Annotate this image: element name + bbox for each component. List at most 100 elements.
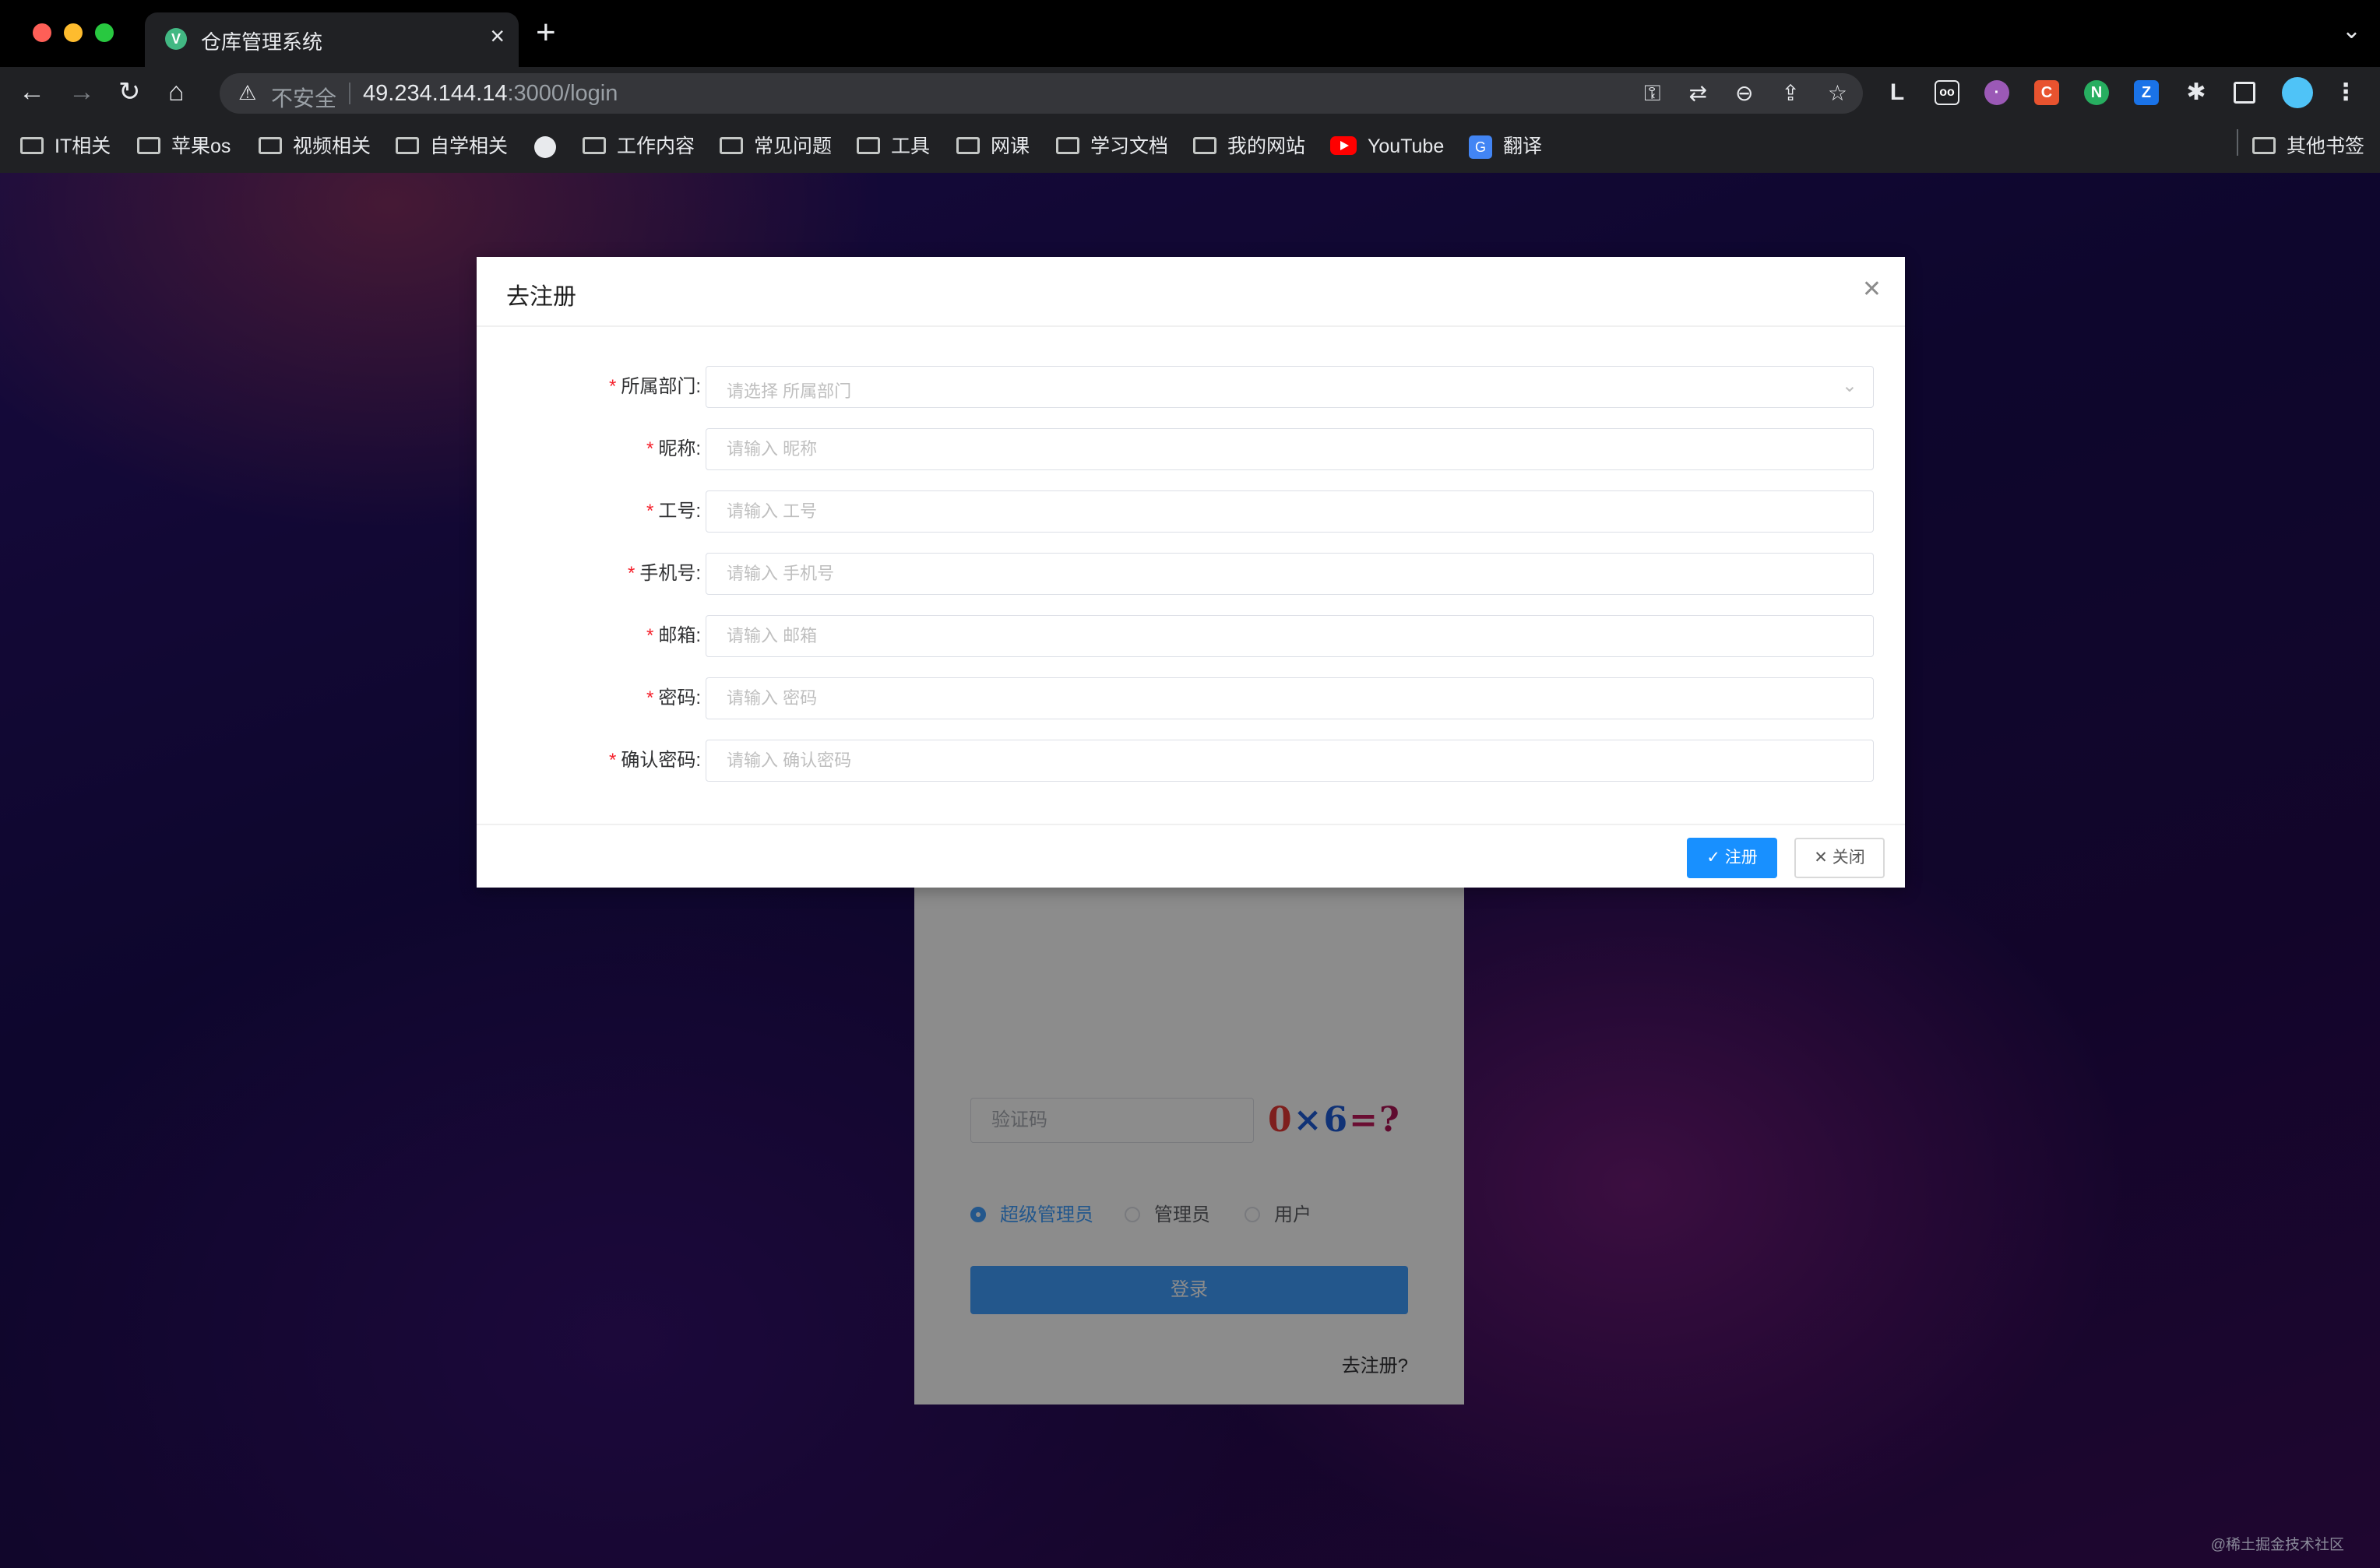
employee-id-input[interactable] [706,490,1874,533]
required-mark: * [646,625,654,646]
extension-purple-icon[interactable]: · [1984,80,2009,105]
extension-l-icon[interactable]: L [1885,80,1910,105]
folder-icon [956,137,980,155]
bookmark-label: 视频相关 [293,135,371,157]
tab-active[interactable]: V 仓库管理系统 × [145,12,519,67]
close-icon[interactable]: ✕ [1862,276,1882,303]
side-panel-icon[interactable] [2234,82,2255,104]
maximize-window-button[interactable] [95,23,114,42]
close-window-button[interactable] [33,23,51,42]
register-modal: 去注册 ✕ *所属部门: 请选择 所属部门 ⌄ *昵称: *工号: *手机号: … [477,257,1905,888]
extension-glasses-icon[interactable]: oo [1935,80,1959,105]
form-row-nickname: * 昵称: [477,428,1905,470]
label-text: 昵称: [658,438,701,459]
folder-icon [396,137,419,155]
security-label[interactable]: 不安全 [271,82,336,113]
folder-icon [1193,137,1216,155]
address-divider [349,83,350,104]
bookmark-star-icon[interactable]: ☆ [1828,81,1847,105]
zoom-icon[interactable]: ⊖ [1735,81,1753,105]
department-placeholder: 请选择 所属部门 [727,381,852,401]
phone-label: * 手机号: [628,553,701,595]
bookmark-item[interactable]: 学习文档 [1056,131,1168,162]
password-input[interactable] [706,677,1874,719]
email-input[interactable] [706,615,1874,657]
translate-page-icon[interactable]: ⇄ [1688,81,1706,105]
bookmark-item[interactable]: IT相关 [20,131,111,162]
other-bookmarks[interactable]: 其他书签 [2252,131,2364,162]
url-host: 49.234.144.14 [363,81,508,106]
watermark: @稀土掘金技术社区 [2210,1537,2344,1553]
key-icon[interactable]: ⚿ [1644,81,1660,105]
chevron-down-icon: ⌄ [1841,375,1857,396]
close-button[interactable]: ✕ 关闭 [1794,838,1885,878]
modal-header: 去注册 ✕ [477,257,1905,327]
bookmark-item[interactable]: 工具 [857,131,930,162]
browser-chrome: V 仓库管理系统 × + ⌄ ← → ↻ ⌂ ⚠ 不安全 49.234.144.… [0,0,2380,173]
new-tab-button[interactable]: + [536,16,556,50]
home-icon[interactable]: ⌂ [168,76,185,107]
browser-menu-icon[interactable]: ⋮ [2333,80,2358,105]
back-arrow-icon[interactable]: ← [19,76,45,107]
bookmark-label: 自学相关 [430,135,509,157]
minimize-window-button[interactable] [64,23,83,42]
extensions-puzzle-icon[interactable]: ✱ [2184,80,2209,105]
employee-id-label: * 工号: [646,490,701,533]
form-row-phone: * 手机号: [477,553,1905,595]
bookmark-item[interactable]: G 翻译 [1469,131,1542,162]
profile-avatar[interactable] [2282,77,2313,108]
forward-arrow-icon[interactable]: → [69,76,95,107]
url-text[interactable]: 49.234.144.14:3000/login [363,81,618,107]
department-label: * 所属部门: [609,366,701,408]
tab-title: 仓库管理系统 [201,30,323,54]
folder-icon [1056,137,1079,155]
bookmark-label: 其他书签 [2287,135,2365,157]
tab-bar: V 仓库管理系统 × + ⌄ [0,0,2380,67]
label-text: 手机号: [639,563,701,584]
extension-z-icon[interactable]: Z [2134,80,2159,105]
confirm-password-input[interactable] [706,740,1874,782]
department-select[interactable]: 请选择 所属部门 ⌄ [706,366,1874,408]
required-mark: * [627,563,635,584]
tab-close-icon[interactable]: × [490,22,505,51]
tab-search-chevron-icon[interactable]: ⌄ [2342,17,2361,44]
folder-icon [259,137,282,155]
bookmark-item[interactable]: 视频相关 [259,131,371,162]
bookmark-item[interactable]: 常见问题 [720,131,832,162]
extension-c-icon[interactable]: C [2034,80,2059,105]
required-mark: * [608,750,617,771]
label-text: 密码: [658,687,701,708]
extension-n-icon[interactable]: N [2084,80,2109,105]
bookmark-label: 工具 [891,135,931,157]
nickname-label: * 昵称: [646,428,701,470]
folder-icon [20,137,44,155]
bookmark-item[interactable]: 网课 [956,131,1030,162]
form-row-employee-id: * 工号: [477,490,1905,533]
modal-title: 去注册 [506,284,576,310]
globe-icon [534,136,556,159]
phone-input[interactable] [706,553,1874,595]
omnibox-actions: ⚿ ⇄ ⊖ ⇪ ☆ [1616,80,1847,107]
nickname-input[interactable] [706,428,1874,470]
bookmark-item[interactable]: YouTube [1330,131,1444,162]
form-row-email: * 邮箱: [477,615,1905,657]
bookmark-item[interactable]: 工作内容 [583,131,695,162]
register-button[interactable]: ✓ 注册 [1687,838,1777,878]
bookmark-label: YouTube [1368,135,1445,157]
bookmark-item[interactable]: 自学相关 [396,131,508,162]
required-mark: * [646,438,654,459]
required-mark: * [646,687,654,708]
reload-icon[interactable]: ↻ [118,76,141,107]
share-icon[interactable]: ⇪ [1781,81,1799,105]
bookmark-label: 工作内容 [617,135,695,157]
folder-icon [720,137,743,155]
form-row-password: * 密码: [477,677,1905,719]
label-text: 工号: [658,501,701,522]
bookmark-label: 我的网站 [1227,135,1306,157]
bookmark-item[interactable]: 我的网站 [1193,131,1305,162]
bookmark-item[interactable] [534,131,567,162]
folder-icon [583,137,606,155]
bookmark-item[interactable]: 苹果os [137,131,231,162]
address-bar[interactable]: ⚠ 不安全 49.234.144.14:3000/login ⚿ ⇄ ⊖ ⇪ ☆ [220,73,1863,114]
warning-icon[interactable]: ⚠ [238,81,256,105]
